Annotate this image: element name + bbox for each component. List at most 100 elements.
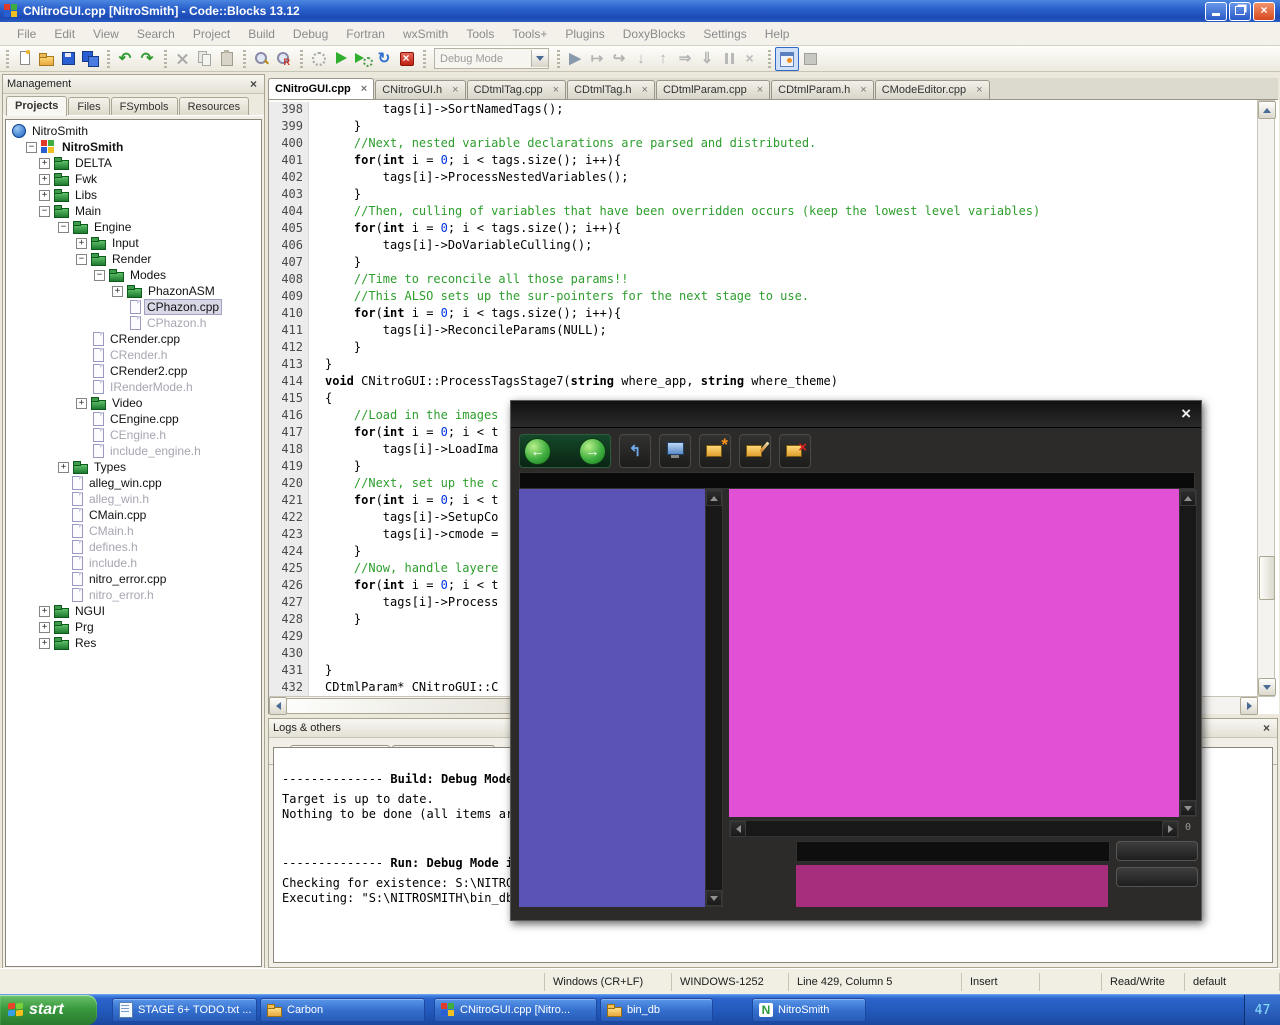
menu-tools[interactable]: Tools bbox=[457, 24, 503, 44]
scroll-up-icon[interactable] bbox=[1180, 490, 1196, 506]
code-text[interactable]: } bbox=[322, 255, 361, 272]
code-line[interactable]: 399 } bbox=[269, 119, 1257, 136]
code-text[interactable]: tags[i]->ReconcileParams(NULL); bbox=[322, 323, 607, 340]
code-line[interactable]: 409 //This ALSO sets up the sur-pointers… bbox=[269, 289, 1257, 306]
tree-item-nitro-error-h[interactable]: nitro_error.h bbox=[6, 587, 261, 603]
collapse-icon[interactable]: − bbox=[26, 142, 37, 153]
code-line[interactable]: 401 for(int i = 0; i < tags.size(); i++)… bbox=[269, 153, 1257, 170]
taskbar-button-carbon[interactable]: Carbon bbox=[260, 998, 425, 1022]
taskbar-button-stage-6-todo-txt[interactable]: STAGE 6+ TODO.txt ... bbox=[112, 998, 257, 1022]
tree-item-main[interactable]: −Main bbox=[6, 203, 261, 219]
code-line[interactable]: 414void CNitroGUI::ProcessTagsStage7(str… bbox=[269, 374, 1257, 391]
taskbar-button-nitrosmith[interactable]: NNitroSmith bbox=[752, 998, 866, 1022]
tab-cdtmlparam-h[interactable]: CDtmlParam.h× bbox=[771, 80, 874, 99]
code-text[interactable]: } bbox=[322, 340, 361, 357]
scroll-down-icon[interactable] bbox=[1258, 678, 1276, 696]
menu-tools[interactable]: Tools+ bbox=[503, 24, 556, 44]
secondary-button[interactable] bbox=[1116, 867, 1198, 887]
code-text[interactable]: //Time to reconcile all those params!! bbox=[322, 272, 628, 289]
expand-icon[interactable]: + bbox=[76, 238, 87, 249]
tab-cdtmltag-h[interactable]: CDtmlTag.h× bbox=[567, 80, 655, 99]
tab-cnitrogui-cpp[interactable]: CNitroGUI.cpp× bbox=[268, 78, 374, 99]
my-computer-button[interactable] bbox=[659, 434, 691, 468]
code-text[interactable]: for(int i = 0; i < tags.size(); i++){ bbox=[322, 306, 621, 323]
tab-fsymbols[interactable]: FSymbols bbox=[111, 97, 178, 115]
tree-item-crender-h[interactable]: CRender.h bbox=[6, 347, 261, 363]
file-list[interactable] bbox=[729, 489, 1179, 817]
dialog-close-icon[interactable]: × bbox=[1171, 402, 1201, 426]
code-text[interactable]: //Then, culling of variables that have b… bbox=[322, 204, 1040, 221]
color-swatch-field[interactable] bbox=[796, 865, 1108, 907]
close-tab-icon[interactable]: × bbox=[757, 84, 763, 96]
menu-project[interactable]: Project bbox=[184, 24, 239, 44]
file-list-hscrollbar[interactable] bbox=[729, 820, 1179, 837]
open-file-button[interactable] bbox=[35, 48, 57, 70]
rename-folder-button[interactable] bbox=[739, 434, 771, 468]
tree-item-irendermode-h[interactable]: IRenderMode.h bbox=[6, 379, 261, 395]
code-text[interactable]: for(int i = 0; i < tags.size(); i++){ bbox=[322, 153, 621, 170]
tree-item-ngui[interactable]: +NGUI bbox=[6, 603, 261, 619]
close-tab-icon[interactable]: × bbox=[361, 83, 367, 95]
menu-help[interactable]: Help bbox=[756, 24, 799, 44]
confirm-button[interactable] bbox=[1116, 841, 1198, 861]
code-text[interactable]: for(int i = 0; i < t bbox=[322, 493, 498, 510]
code-text[interactable]: //This ALSO sets up the sur-pointers for… bbox=[322, 289, 809, 306]
tab-cmodeeditor-cpp[interactable]: CModeEditor.cpp× bbox=[875, 80, 990, 99]
tab-cdtmltag-cpp[interactable]: CDtmlTag.cpp× bbox=[467, 80, 567, 99]
code-text[interactable]: //Load in the images bbox=[322, 408, 498, 425]
taskbar-button-bin-db[interactable]: bin_db bbox=[600, 998, 713, 1022]
rebuild-button[interactable]: ↻ bbox=[373, 48, 395, 70]
tree-item-include-engine-h[interactable]: include_engine.h bbox=[6, 443, 261, 459]
code-text[interactable] bbox=[322, 646, 325, 663]
code-line[interactable]: 402 tags[i]->ProcessNestedVariables(); bbox=[269, 170, 1257, 187]
code-line[interactable]: 400 //Next, nested variable declarations… bbox=[269, 136, 1257, 153]
logs-close-icon[interactable]: × bbox=[1260, 721, 1273, 735]
expand-icon[interactable]: + bbox=[58, 462, 69, 473]
find-button[interactable] bbox=[250, 48, 272, 70]
code-text[interactable]: for(int i = 0; i < t bbox=[322, 578, 498, 595]
code-text[interactable]: void CNitroGUI::ProcessTagsStage7(string… bbox=[322, 374, 838, 391]
code-text[interactable]: for(int i = 0; i < tags.size(); i++){ bbox=[322, 221, 621, 238]
tree-item-alleg-win-h[interactable]: alleg_win.h bbox=[6, 491, 261, 507]
menu-search[interactable]: Search bbox=[128, 24, 184, 44]
tree-item-nitrosmith[interactable]: −NitroSmith bbox=[6, 139, 261, 155]
tab-files[interactable]: Files bbox=[68, 97, 109, 115]
tree-item-phazonasm[interactable]: +PhazonASM bbox=[6, 283, 261, 299]
menu-debug[interactable]: Debug bbox=[284, 24, 337, 44]
expand-icon[interactable]: + bbox=[39, 622, 50, 633]
close-tab-icon[interactable]: × bbox=[976, 84, 982, 96]
build-target-select[interactable]: Debug Mode bbox=[434, 48, 549, 69]
run-button[interactable] bbox=[329, 48, 351, 70]
debugging-windows-button[interactable] bbox=[775, 47, 799, 71]
code-text[interactable]: } bbox=[322, 544, 361, 561]
editor-vscrollbar[interactable] bbox=[1257, 100, 1275, 697]
tree-item-crender-cpp[interactable]: CRender.cpp bbox=[6, 331, 261, 347]
tree-item-engine[interactable]: −Engine bbox=[6, 219, 261, 235]
code-line[interactable]: 407 } bbox=[269, 255, 1257, 272]
expand-icon[interactable]: + bbox=[39, 174, 50, 185]
code-text[interactable]: tags[i]->ProcessNestedVariables(); bbox=[322, 170, 628, 187]
vscroll-thumb[interactable] bbox=[1259, 556, 1275, 600]
close-tab-icon[interactable]: × bbox=[860, 84, 866, 96]
tree-item-nitrosmith[interactable]: NitroSmith bbox=[6, 123, 261, 139]
minimize-icon[interactable] bbox=[1205, 2, 1227, 21]
code-text[interactable]: tags[i]->SortNamedTags(); bbox=[322, 102, 563, 119]
tab-projects[interactable]: Projects bbox=[6, 96, 67, 116]
scroll-right-icon[interactable] bbox=[1162, 821, 1178, 837]
tree-item-include-h[interactable]: include.h bbox=[6, 555, 261, 571]
delete-folder-button[interactable] bbox=[779, 434, 811, 468]
save-all-button[interactable] bbox=[79, 48, 101, 70]
code-line[interactable]: 408 //Time to reconcile all those params… bbox=[269, 272, 1257, 289]
filename-field[interactable] bbox=[796, 841, 1110, 862]
code-text[interactable]: CDtmlParam* CNitroGUI::C bbox=[322, 680, 498, 697]
tree-item-cphazon-cpp[interactable]: CPhazon.cpp bbox=[6, 299, 261, 315]
expand-icon[interactable]: + bbox=[39, 158, 50, 169]
code-text[interactable]: tags[i]->SetupCo bbox=[322, 510, 498, 527]
code-text[interactable]: //Now, handle layere bbox=[322, 561, 498, 578]
scroll-left-icon[interactable] bbox=[730, 821, 746, 837]
tree-item-defines-h[interactable]: defines.h bbox=[6, 539, 261, 555]
new-file-button[interactable] bbox=[13, 48, 35, 70]
code-line[interactable]: 413} bbox=[269, 357, 1257, 374]
tab-cdtmlparam-cpp[interactable]: CDtmlParam.cpp× bbox=[656, 80, 770, 99]
close-tab-icon[interactable]: × bbox=[642, 84, 648, 96]
